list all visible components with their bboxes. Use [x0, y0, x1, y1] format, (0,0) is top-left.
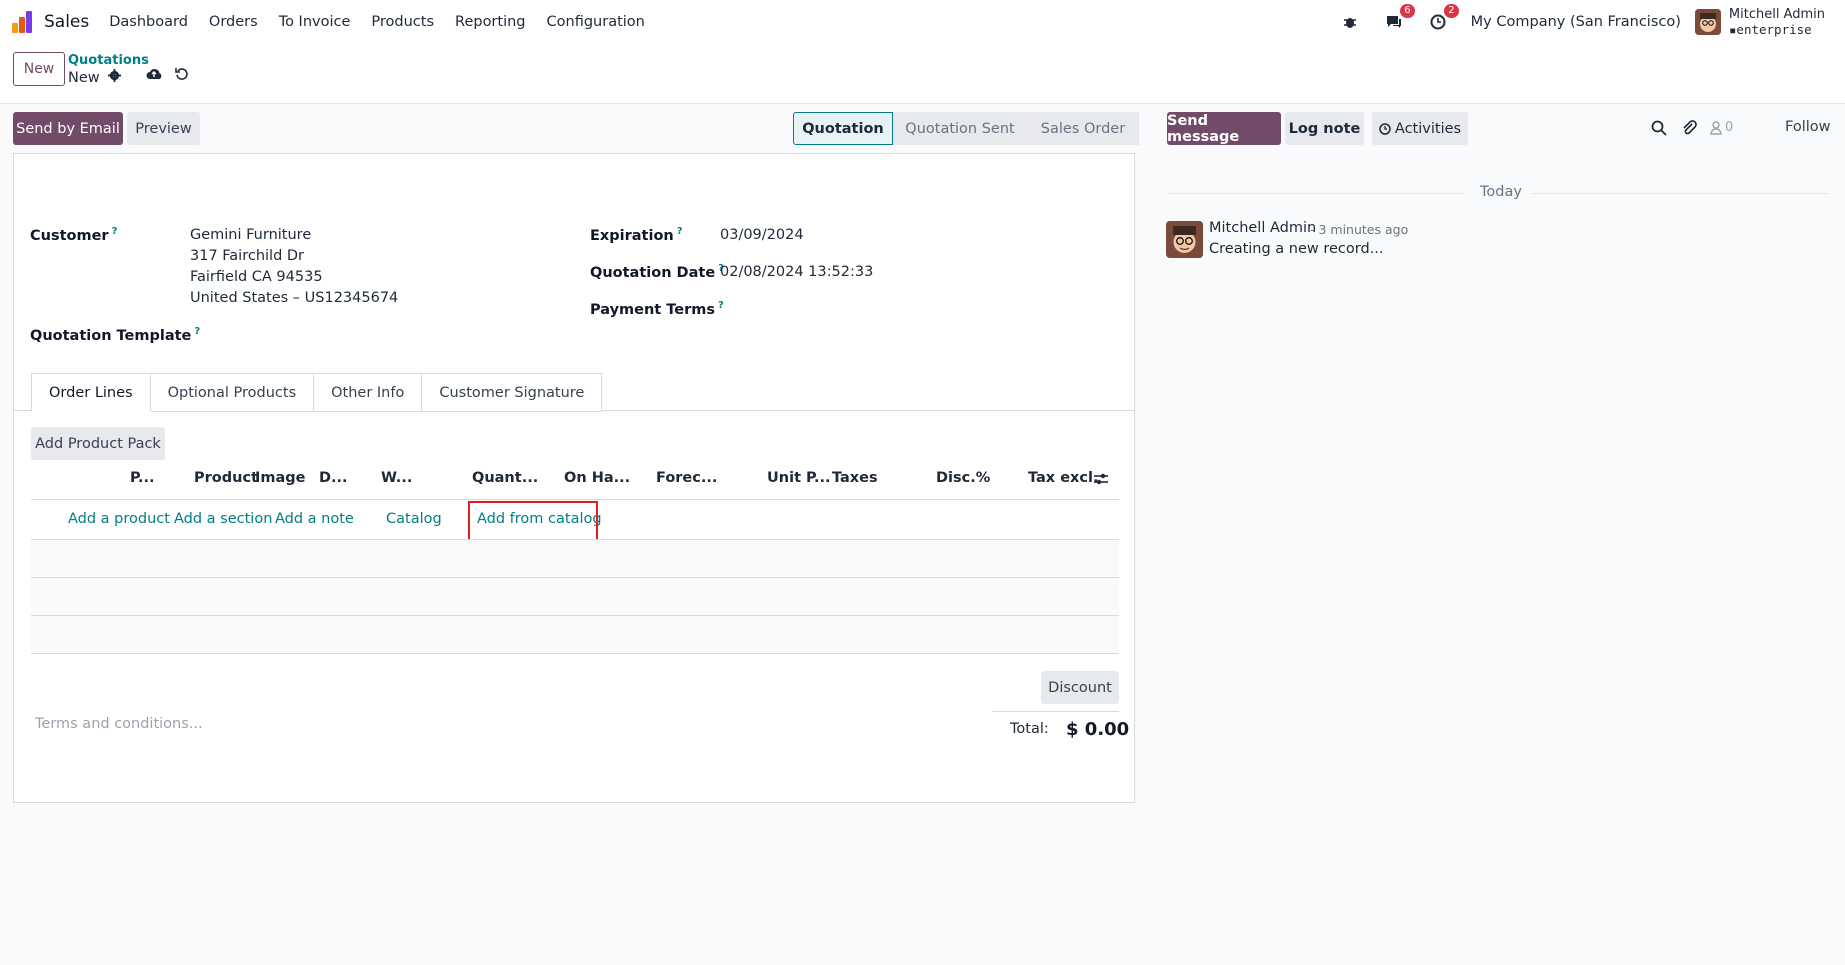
menu-dashboard[interactable]: Dashboard	[109, 14, 188, 30]
customer-address-line1: 317 Fairchild Dr	[190, 248, 305, 264]
quotation-date-field[interactable]: 02/08/2024 13:52:33	[720, 264, 873, 280]
activity-clock-icon[interactable]: 2	[1427, 4, 1459, 33]
stage-quotation-sent[interactable]: Quotation Sent	[893, 112, 1027, 145]
company-switcher[interactable]: My Company (San Francisco)	[1471, 14, 1681, 30]
new-button[interactable]: New	[13, 52, 65, 86]
messages-chat-icon[interactable]: 6	[1383, 4, 1415, 33]
expiration-field[interactable]: 03/09/2024	[720, 227, 804, 243]
clock-icon	[1379, 122, 1391, 135]
discard-undo-icon[interactable]	[175, 67, 189, 85]
column-header-taxes[interactable]: Taxes	[832, 470, 878, 486]
menu-orders[interactable]: Orders	[209, 14, 258, 30]
column-header-quantity[interactable]: Quant...	[472, 470, 538, 486]
total-label: Total:	[1010, 721, 1049, 737]
breadcrumb-current: New	[68, 69, 121, 86]
table-row-divider	[31, 653, 1119, 654]
column-header-warehouse[interactable]: W...	[381, 470, 412, 486]
preview-button[interactable]: Preview	[127, 112, 200, 145]
customer-help-icon[interactable]: ?	[112, 226, 118, 237]
quotation-template-label: Quotation Template?	[30, 326, 201, 344]
customer-name[interactable]: Gemini Furniture	[190, 227, 311, 243]
menu-products[interactable]: Products	[371, 14, 434, 30]
control-panel: New Quotations New	[0, 44, 1845, 104]
status-bar: Quotation Quotation Sent Sales Order	[793, 112, 1139, 145]
menu-configuration[interactable]: Configuration	[547, 14, 645, 30]
add-from-catalog-highlight	[468, 501, 598, 541]
message-timestamp: - 3 minutes ago	[1310, 222, 1409, 237]
discount-button[interactable]: Discount	[1041, 671, 1119, 704]
form-sheet: Customer? Gemini Furniture 317 Fairchild…	[13, 153, 1135, 803]
notebook-tabs: Order Lines Optional Products Other Info…	[31, 373, 603, 412]
activities-label: Activities	[1394, 120, 1462, 137]
column-header-image[interactable]: Image	[255, 470, 306, 486]
expiration-label: Expiration?	[590, 226, 683, 244]
activity-count-badge: 2	[1444, 4, 1459, 18]
catalog-link[interactable]: Catalog	[386, 511, 442, 527]
user-icon	[1710, 120, 1722, 135]
today-divider-right	[1532, 193, 1829, 194]
gear-icon[interactable]	[107, 69, 121, 86]
column-header-unit-price[interactable]: Unit P...	[767, 470, 831, 486]
save-cloud-icon[interactable]	[146, 67, 162, 84]
menu-to-invoice[interactable]: To Invoice	[279, 14, 351, 30]
menu-reporting[interactable]: Reporting	[455, 14, 526, 30]
table-row	[31, 578, 1119, 615]
add-a-product-link[interactable]: Add a product	[68, 511, 170, 527]
activities-button[interactable]: Activities	[1372, 112, 1468, 145]
tab-order-lines[interactable]: Order Lines	[31, 373, 151, 412]
send-by-email-button[interactable]: Send by Email	[13, 112, 123, 145]
expiration-help-icon[interactable]: ?	[677, 226, 683, 237]
sales-app-logo-icon[interactable]	[12, 11, 34, 33]
add-a-note-link[interactable]: Add a note	[275, 511, 354, 527]
table-header-divider	[31, 499, 1119, 500]
tab-other-info[interactable]: Other Info	[314, 373, 423, 412]
stage-sales-order[interactable]: Sales Order	[1027, 112, 1139, 145]
debug-bug-icon[interactable]	[1339, 11, 1361, 33]
column-header-description[interactable]: D...	[319, 470, 348, 486]
template-help-icon[interactable]: ?	[194, 326, 200, 337]
column-header-tax-excl[interactable]: Tax excl.	[1028, 470, 1098, 486]
message-body: Creating a new record...	[1209, 241, 1384, 257]
search-icon[interactable]	[1651, 120, 1667, 140]
totals-divider	[992, 711, 1119, 712]
followers-counter[interactable]: 0	[1710, 120, 1733, 135]
optional-columns-sliders-icon[interactable]	[1094, 472, 1108, 490]
paperclip-icon[interactable]	[1681, 120, 1697, 140]
message-author-avatar[interactable]	[1166, 221, 1203, 258]
follow-button[interactable]: Follow	[1785, 119, 1830, 135]
today-divider-left	[1167, 193, 1465, 194]
customer-address-line2: Fairfield CA 94535	[190, 269, 323, 285]
column-header-discount[interactable]: Disc.%	[936, 470, 990, 486]
chat-count-badge: 6	[1400, 4, 1415, 18]
total-amount: $ 0.00	[1066, 719, 1130, 740]
tab-optional-products[interactable]: Optional Products	[150, 373, 315, 412]
customer-address-line3: United States – US12345674	[190, 290, 399, 306]
breadcrumb-current-label: New	[68, 69, 100, 86]
column-header-product[interactable]: Product	[194, 470, 258, 486]
database-name: ▪enterprise	[1728, 22, 1812, 37]
add-a-section-link[interactable]: Add a section	[174, 511, 272, 527]
column-header-on-hand[interactable]: On Ha...	[564, 470, 630, 486]
table-row	[31, 616, 1119, 653]
send-message-button[interactable]: Send message	[1167, 112, 1281, 145]
today-separator: Today	[1480, 184, 1522, 200]
stage-quotation[interactable]: Quotation	[793, 112, 893, 145]
message-author[interactable]: Mitchell Admin	[1209, 220, 1316, 236]
top-navbar: Sales Dashboard Orders To Invoice Produc…	[0, 0, 1845, 44]
payment-terms-label: Payment Terms?	[590, 300, 724, 318]
payment-help-icon[interactable]: ?	[718, 300, 724, 311]
column-header-forecast[interactable]: Forec...	[656, 470, 717, 486]
column-header-p[interactable]: P...	[130, 470, 155, 486]
customer-label: Customer?	[30, 226, 118, 244]
terms-and-conditions-field[interactable]: Terms and conditions...	[35, 716, 203, 732]
user-avatar[interactable]	[1694, 9, 1721, 35]
quotation-date-label: Quotation Date?	[590, 263, 724, 281]
user-name[interactable]: Mitchell Admin	[1729, 7, 1825, 22]
tab-customer-signature[interactable]: Customer Signature	[422, 373, 603, 412]
log-note-button[interactable]: Log note	[1285, 112, 1364, 145]
app-name[interactable]: Sales	[44, 12, 89, 32]
breadcrumb-quotations[interactable]: Quotations	[68, 53, 149, 68]
add-product-pack-button[interactable]: Add Product Pack	[31, 427, 165, 460]
table-row	[31, 540, 1119, 577]
